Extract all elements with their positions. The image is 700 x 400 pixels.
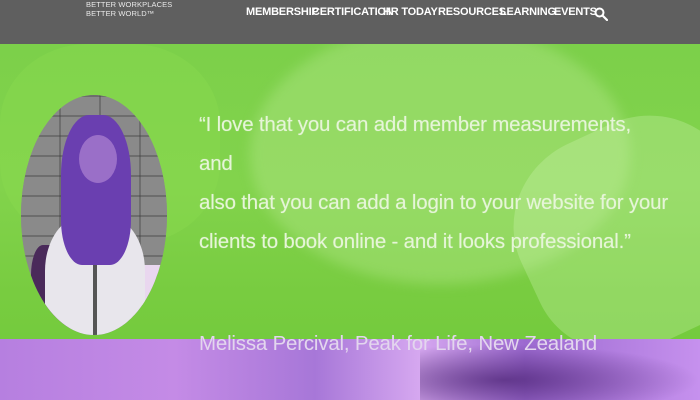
nav-events[interactable]: EVENTS [554, 6, 597, 18]
site-logo[interactable]: BETTER WORKPLACES BETTER WORLD™ [86, 0, 196, 30]
logo-line-1: BETTER WORKPLACES [86, 0, 173, 9]
avatar-face [79, 135, 117, 183]
nav-membership[interactable]: MEMBERSHIP [246, 6, 319, 18]
nav-certification[interactable]: CERTIFICATION [312, 6, 394, 18]
quote-line-3: clients to book online - and it looks pr… [199, 230, 631, 253]
logo-line-2: BETTER WORLD™ [86, 9, 155, 18]
quote-line-2: also that you can add a login to your we… [199, 191, 668, 214]
nav-resources[interactable]: RESOURCES [438, 6, 506, 18]
testimonial-author: Melissa Percival, Peak for Life, New Zea… [199, 332, 597, 355]
nav-learning[interactable]: LEARNING [500, 6, 556, 18]
testimonial-quote: “I love that you can add member measurem… [199, 105, 669, 261]
testimonial-avatar [21, 95, 167, 335]
quote-line-1: “I love that you can add member measurem… [199, 113, 631, 175]
search-icon[interactable] [594, 7, 608, 21]
nav-hr-today[interactable]: HR TODAY [383, 6, 438, 18]
top-navigation-bar: BETTER WORKPLACES BETTER WORLD™ MEMBERSH… [0, 0, 700, 44]
